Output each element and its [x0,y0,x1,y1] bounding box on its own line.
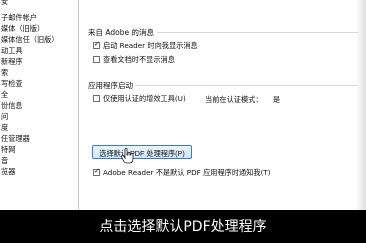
sidebar-item-internet[interactable]: 特网 [1,144,15,155]
certified-mode-value: 是 [273,95,281,104]
hide-messages-label: 查看文档时不显示消息 [103,54,175,64]
sidebar-item-updater[interactable]: 新程序 [1,56,23,67]
sidebar-item-safety[interactable]: 安 [1,0,8,7]
select-default-pdf-handler-button[interactable]: 选择默认 PDF 处理程序(P) [92,145,192,159]
certified-mode-label: 当前在认证模式： [205,95,263,104]
show-messages-checkbox[interactable] [93,42,100,49]
show-messages-label: 启动 Reader 时向我显示消息 [103,40,198,50]
sidebar-item-browser[interactable]: 览器 [1,166,15,177]
certified-plugins-label: 仅使用认证的增效工具(U) [103,93,186,103]
sidebar-item-security[interactable]: 全 [1,89,8,100]
sidebar-item-spelling[interactable]: 写检查 [1,78,23,89]
warn-not-default-checkbox[interactable] [93,169,100,176]
sidebar-item-multimedia-legacy[interactable]: 媒体（旧版） [1,23,44,34]
hide-messages-option[interactable]: 查看文档时不显示消息 [93,54,175,65]
group-title-adobe-messages: 来自 Adobe 的消息 [88,27,157,38]
sidebar-item-multimedia-trust-legacy[interactable]: 媒体信任（旧版） [1,34,59,45]
show-messages-option[interactable]: 启动 Reader 时向我显示消息 [93,40,198,51]
warn-not-default-option[interactable]: Adobe Reader 不是默认 PDF 应用程序时通知我(T) [93,167,271,178]
warn-not-default-label: Adobe Reader 不是默认 PDF 应用程序时通知我(T) [103,167,271,177]
sidebar-item-identity[interactable]: 份信息 [1,100,23,111]
group-title-app-startup: 应用程序启动 [88,80,136,91]
sidebar-item-accessibility[interactable]: 问 [1,111,8,122]
hand-cursor-icon [121,148,134,164]
video-caption-text: 点击选择默认PDF处理程序 [99,219,267,235]
sidebar-item-email-accounts[interactable]: 子邮件帐户 [1,12,37,23]
sidebar-item-units[interactable]: 度 [1,122,8,133]
certified-plugins-checkbox[interactable] [93,95,100,102]
window-edge-shadow [356,0,366,210]
sidebar-item-trust-manager[interactable]: 任管理器 [1,133,30,144]
sidebar-item-search[interactable]: 索 [1,67,8,78]
video-caption-bar: 点击选择默认PDF处理程序 [0,210,366,243]
hide-messages-checkbox[interactable] [93,56,100,63]
certified-plugins-option[interactable]: 仅使用认证的增效工具(U) [93,93,186,104]
preferences-category-list: 安 子邮件帐户 媒体（旧版） 媒体信任（旧版） 动工具 新程序 索 写检查 全 … [0,0,79,210]
sidebar-item-audio[interactable]: 音 [1,155,8,166]
sidebar-item-tracker[interactable]: 动工具 [1,45,23,56]
